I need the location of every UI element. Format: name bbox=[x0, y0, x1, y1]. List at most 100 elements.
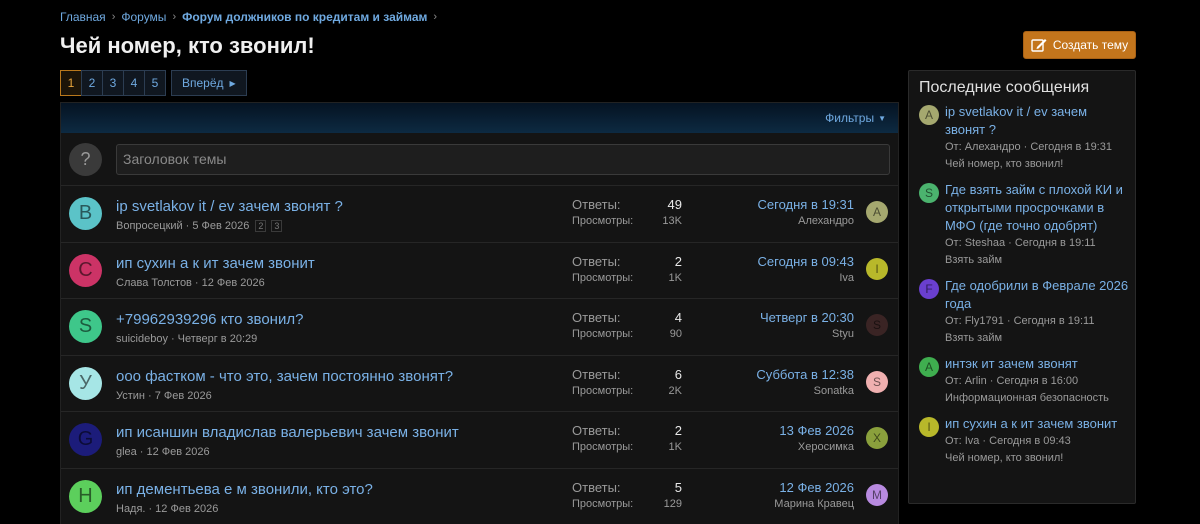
thread-stats: Ответы: 6 Просмотры: 2K bbox=[572, 367, 682, 397]
thread-meta: Устин · 7 Фев 2026 bbox=[116, 390, 212, 402]
latest-post-title[interactable]: Где одобрили в Феврале 2026 года bbox=[945, 277, 1129, 313]
thread-start-date: Четверг в 20:29 bbox=[177, 333, 258, 345]
avatar[interactable]: B bbox=[69, 197, 102, 230]
breadcrumb-current-forum[interactable]: Форум должников по кредитам и займам bbox=[182, 10, 427, 24]
views-label: Просмотры: bbox=[572, 328, 634, 340]
views-line: Просмотры: 13K bbox=[572, 215, 682, 227]
last-post-user[interactable]: Styu bbox=[760, 328, 854, 340]
avatar[interactable]: F bbox=[919, 279, 939, 299]
thread-title-link[interactable]: ип сухин а к ит зачем звонит bbox=[116, 255, 315, 272]
thread-author[interactable]: Вопросецкий bbox=[116, 220, 183, 232]
latest-post-forum[interactable]: Информационная безопасность bbox=[945, 390, 1129, 406]
thread-title-input[interactable]: Заголовок темы bbox=[116, 143, 890, 175]
thread-author[interactable]: Слава Толстов bbox=[116, 277, 192, 289]
thread-meta: suicideboy · Четверг в 20:29 bbox=[116, 333, 257, 345]
avatar[interactable]: A bbox=[919, 105, 939, 125]
thread-author[interactable]: suicideboy bbox=[116, 333, 168, 345]
avatar[interactable]: I bbox=[919, 417, 939, 437]
last-post-date[interactable]: 12 Фев 2026 bbox=[774, 480, 854, 495]
latest-post-title[interactable]: Где взять займ с плохой КИ и открытыми п… bbox=[945, 181, 1129, 235]
latest-post-byline: От: Алехандро · Сегодня в 19:31 bbox=[945, 141, 1112, 153]
thread-title-link[interactable]: ип дементьева е м звонили, кто это? bbox=[116, 481, 373, 498]
avatar[interactable]: G bbox=[69, 423, 102, 456]
views-label: Просмотры: bbox=[572, 271, 634, 284]
avatar[interactable]: S bbox=[69, 310, 102, 343]
latest-post-byline: От: Arlin · Сегодня в 16:00 bbox=[945, 375, 1079, 387]
avatar[interactable]: Н bbox=[69, 479, 102, 513]
last-poster-avatar[interactable]: M bbox=[866, 483, 888, 506]
filters-button[interactable]: Фильтры ▼ bbox=[825, 111, 886, 125]
thread-page-link[interactable]: 2 bbox=[255, 220, 267, 232]
breadcrumb-forums[interactable]: Форумы bbox=[121, 10, 166, 24]
last-post-user[interactable]: Iva bbox=[758, 272, 854, 284]
thread-title-link[interactable]: +79962939296 кто звонил? bbox=[116, 311, 303, 328]
views-label: Просмотры: bbox=[572, 497, 634, 510]
thread-author[interactable]: Устин bbox=[116, 390, 145, 402]
filters-label: Фильтры bbox=[825, 111, 875, 125]
avatar[interactable]: A bbox=[919, 357, 939, 377]
last-poster-avatar[interactable]: A bbox=[866, 201, 888, 223]
thread-stats: Ответы: 2 Просмотры: 1K bbox=[572, 254, 682, 284]
page-link-3[interactable]: 3 bbox=[102, 70, 124, 96]
views-label: Просмотры: bbox=[572, 215, 634, 227]
separator-dot: · bbox=[148, 389, 152, 402]
replies-line: Ответы: 2 bbox=[572, 254, 682, 269]
quick-thread-row: ? Заголовок темы bbox=[61, 133, 898, 186]
last-post-user[interactable]: Херосимка bbox=[779, 441, 854, 453]
last-poster-avatar[interactable]: I bbox=[866, 257, 888, 280]
thread-title-link[interactable]: ооо фастком - что это, зачем постоянно з… bbox=[116, 368, 453, 385]
views-count: 2K bbox=[668, 384, 682, 397]
page-link-5[interactable]: 5 bbox=[144, 70, 166, 96]
thread-stats: Ответы: 4 Просмотры: 90 bbox=[572, 310, 682, 340]
next-page-button[interactable]: Вперёд ▶ bbox=[171, 70, 247, 96]
latest-post-forum[interactable]: Чей номер, кто звонил! bbox=[945, 156, 1129, 172]
views-line: Просмотры: 129 bbox=[572, 498, 682, 510]
last-post-date[interactable]: 13 Фев 2026 bbox=[779, 423, 854, 438]
breadcrumb-home[interactable]: Главная bbox=[60, 10, 106, 24]
replies-label: Ответы: bbox=[572, 253, 621, 269]
page-title: Чей номер, кто звонил! bbox=[60, 33, 315, 58]
last-poster-avatar[interactable]: S bbox=[866, 370, 888, 393]
create-thread-button[interactable]: Создать тему bbox=[1023, 31, 1136, 59]
last-post-user[interactable]: Марина Кравец bbox=[774, 498, 854, 510]
replies-count: 2 bbox=[674, 423, 682, 438]
last-post-user[interactable]: Алехандро bbox=[758, 215, 854, 227]
last-post-date[interactable]: Четверг в 20:30 bbox=[760, 310, 854, 325]
avatar[interactable]: C bbox=[69, 253, 102, 287]
last-poster-avatar[interactable]: S bbox=[866, 314, 888, 336]
latest-post-forum[interactable]: Взять займ bbox=[945, 330, 1129, 346]
latest-post-forum[interactable]: Взять займ bbox=[945, 252, 1129, 268]
last-post: Суббота в 12:38 Sonatka bbox=[756, 367, 854, 397]
avatar[interactable]: S bbox=[919, 183, 939, 203]
latest-posts-widget: Последние сообщения Aip svetlakov it / e… bbox=[908, 70, 1136, 504]
last-post-date[interactable]: Суббота в 12:38 bbox=[756, 367, 854, 382]
thread-row: S +79962939296 кто звонил? suicideboy · Четв… bbox=[61, 299, 898, 356]
page-link-2[interactable]: 2 bbox=[81, 70, 103, 96]
thread-row: Bip svetlakov it / ev зачем звонят ? Вопр… bbox=[61, 186, 898, 243]
latest-post-title[interactable]: ip svetlakov it / ev зачем звонят ? bbox=[945, 103, 1129, 139]
latest-posts-list: Aip svetlakov it / ev зачем звонят ? От: … bbox=[909, 103, 1135, 466]
thread-author[interactable]: Надя. bbox=[116, 503, 146, 515]
latest-post-forum[interactable]: Чей номер, кто звонил! bbox=[945, 450, 1129, 466]
widget-title: Последние сообщения bbox=[919, 79, 1090, 96]
breadcrumb: Главная › Форумы › Форум должников по кр… bbox=[60, 10, 443, 24]
thread-page-link[interactable]: 3 bbox=[271, 220, 283, 232]
separator-dot: · bbox=[139, 446, 144, 458]
thread-title-link[interactable]: ip svetlakov it / ev зачем звонят ? bbox=[116, 198, 343, 215]
page-link-4[interactable]: 4 bbox=[123, 70, 145, 96]
last-post-user[interactable]: Sonatka bbox=[756, 385, 854, 397]
latest-post-title[interactable]: интэк ит зачем звонят bbox=[945, 355, 1129, 373]
thread-author[interactable]: glea bbox=[116, 446, 137, 458]
last-post-date[interactable]: Сегодня в 09:43 bbox=[758, 254, 854, 269]
replies-count: 49 bbox=[667, 197, 682, 212]
thread-row: Нип дементьева е м звонили, кто это? Надя… bbox=[61, 469, 898, 524]
last-post-date[interactable]: Сегодня в 19:31 bbox=[758, 197, 854, 212]
replies-line: Ответы: 4 bbox=[572, 310, 682, 325]
last-poster-avatar[interactable]: X bbox=[866, 427, 888, 449]
latest-post-title[interactable]: ип сухин а к ит зачем звонит bbox=[945, 415, 1129, 433]
thread-title-link[interactable]: ип исаншин владислав валерьевич зачем зв… bbox=[116, 424, 459, 441]
page-link-1[interactable]: 1 bbox=[60, 70, 82, 96]
avatar[interactable]: У bbox=[69, 366, 102, 400]
latest-post-item: S Где взять займ с плохой КИ и открытыми … bbox=[909, 181, 1135, 268]
latest-post-item: Iип сухин а к ит зачем звонит От: Iva · С… bbox=[909, 415, 1135, 466]
